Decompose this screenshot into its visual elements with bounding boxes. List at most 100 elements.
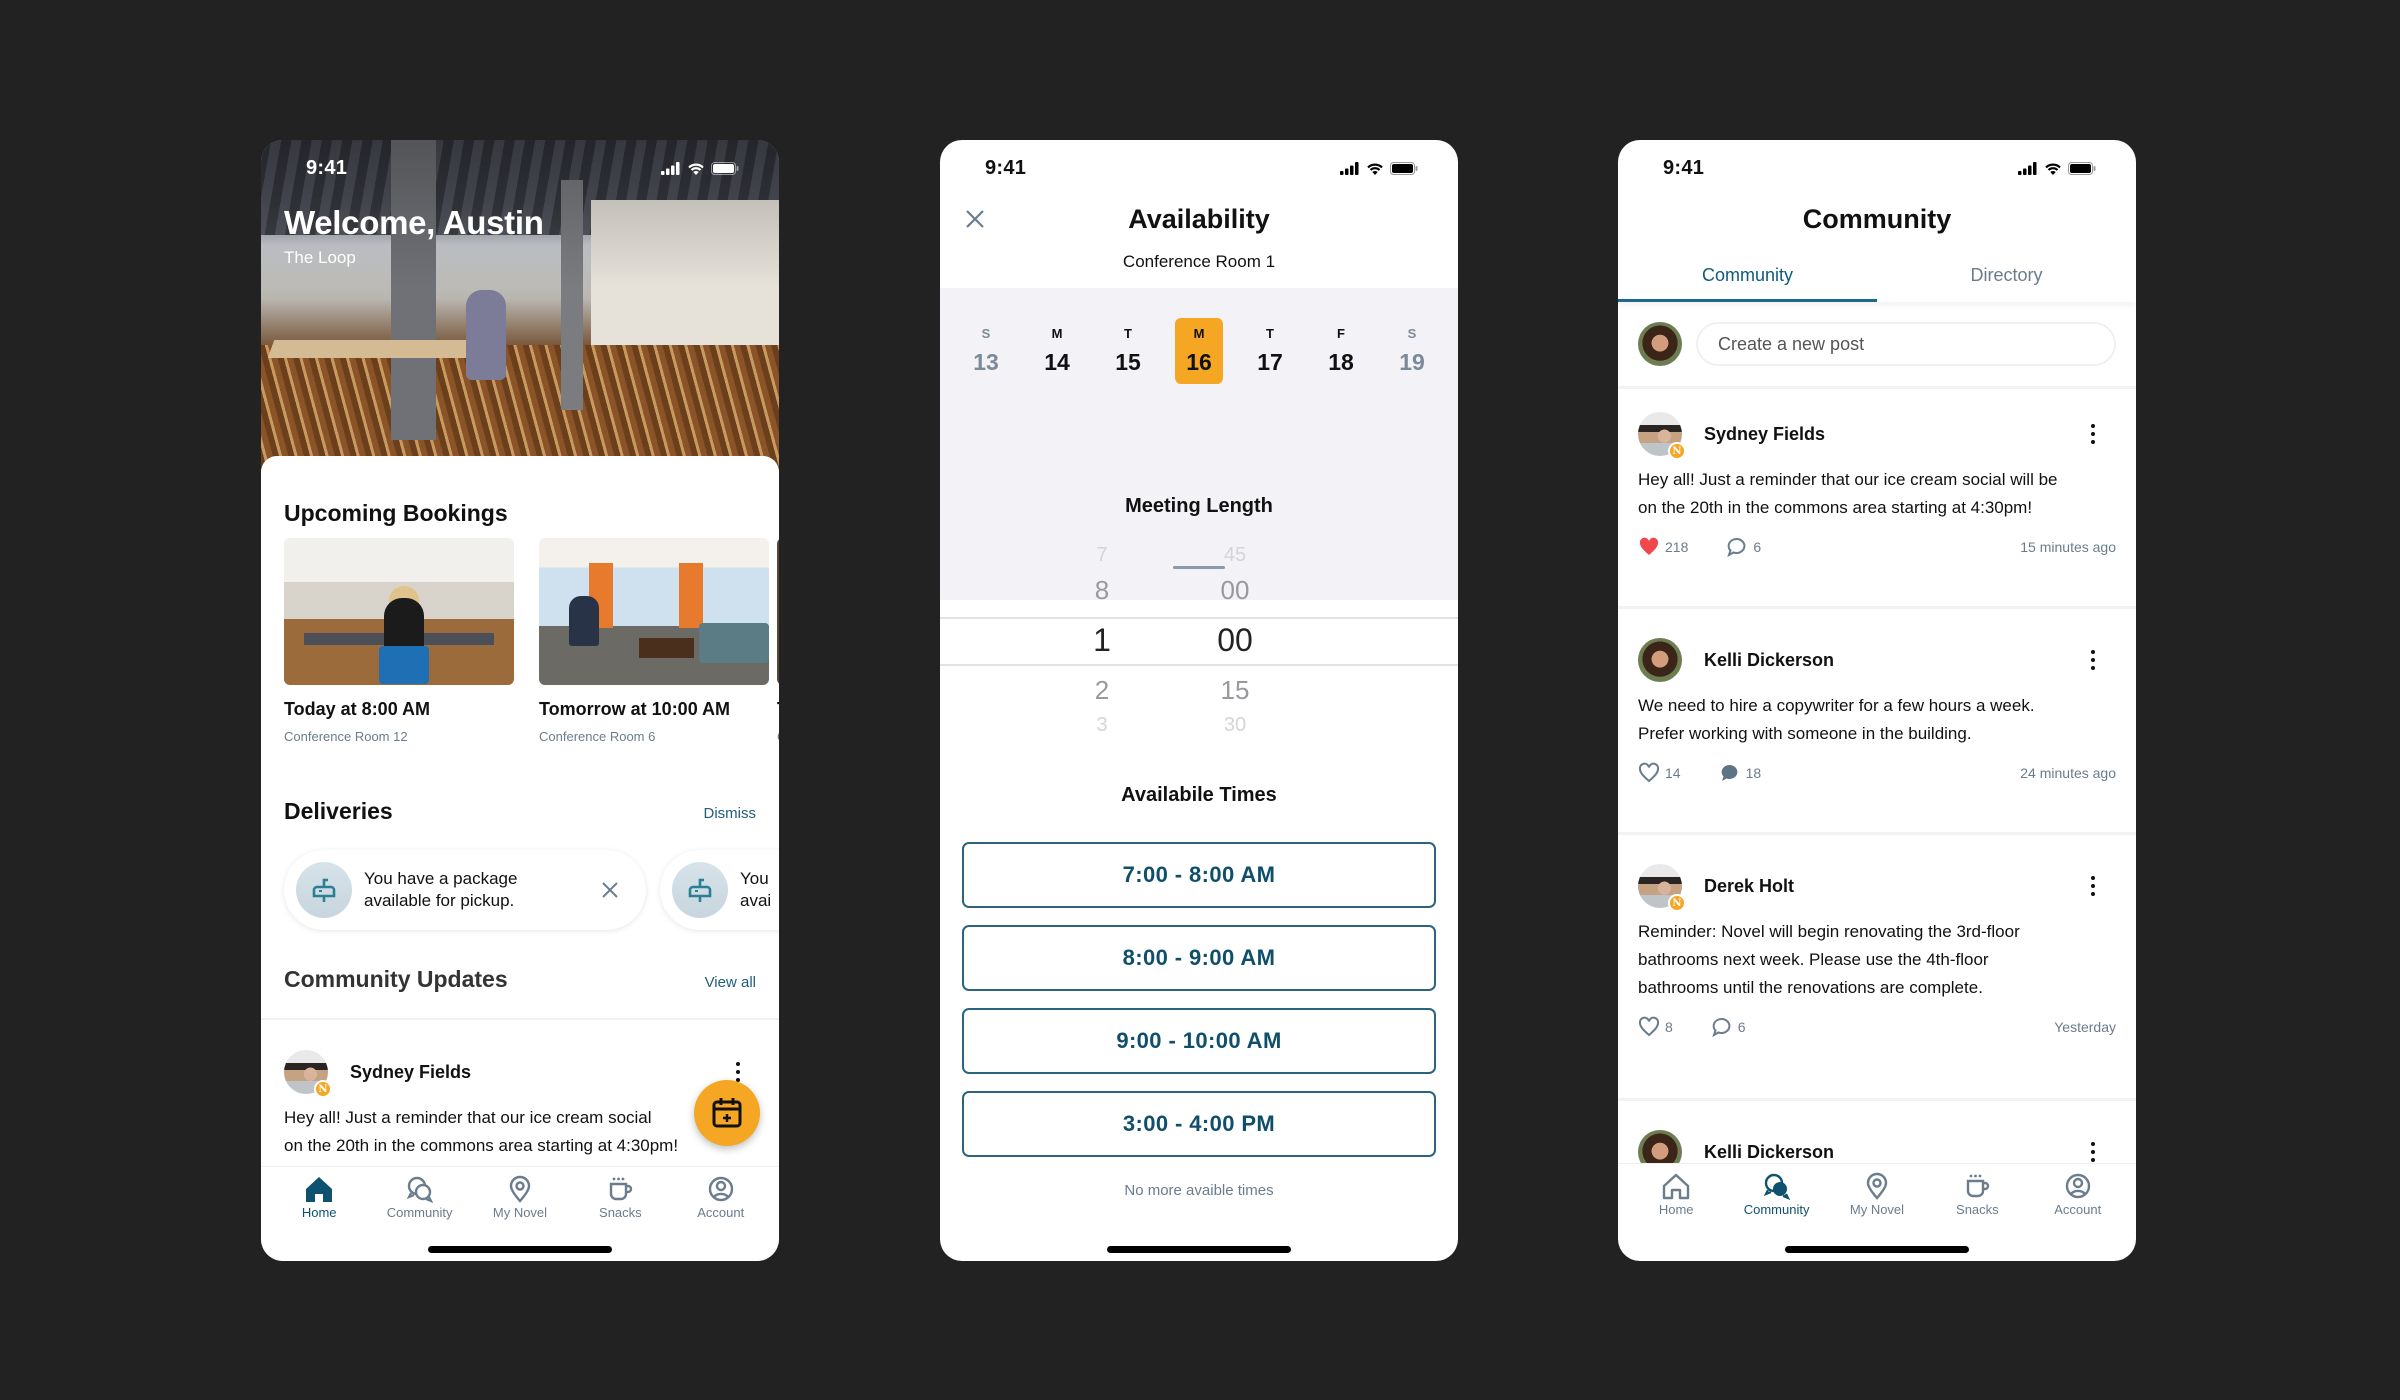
post-body-line: on the 20th in the commons area starting…	[284, 1136, 679, 1155]
location-label: The Loop	[284, 248, 356, 267]
booking-card[interactable]: Tomorrow at 10:00 AM Conference Room 6	[539, 538, 769, 744]
hours-wheel[interactable]: 7 8 1 2 3	[1052, 540, 1152, 740]
day-letter: F	[1337, 326, 1345, 341]
tab-home[interactable]: Home	[274, 1167, 364, 1235]
comment-button[interactable]: 6	[1711, 1016, 1746, 1038]
picker-value: 15	[1220, 675, 1250, 705]
coffee-cup-icon	[610, 1177, 633, 1201]
picker-value: 7	[1096, 544, 1108, 566]
create-post-input[interactable]: Create a new post	[1696, 322, 2116, 366]
time-slot-button[interactable]: 9:00 - 10:00 AM	[962, 1008, 1436, 1074]
calendar-day[interactable]: S 13	[962, 318, 1010, 384]
tab-label: Home	[301, 1205, 337, 1220]
day-letter: T	[1124, 326, 1132, 341]
community-post[interactable]: N Derek Holt Reminder: Novel will begin re…	[1638, 864, 2116, 1038]
new-post-row: Create a new post	[1638, 322, 2116, 366]
home-indicator	[428, 1246, 612, 1253]
book-room-fab[interactable]	[694, 1080, 760, 1146]
tab-label: My Novel	[1849, 1202, 1905, 1217]
time-slot-button[interactable]: 3:00 - 4:00 PM	[962, 1091, 1436, 1157]
community-screen: 9:41 Community Community Directory Creat…	[1618, 140, 2136, 1261]
comment-button[interactable]: 6	[1726, 536, 1761, 558]
calendar-day[interactable]: T 17	[1246, 318, 1294, 384]
close-icon[interactable]	[598, 878, 622, 902]
status-bar: 9:41	[1618, 140, 2136, 196]
community-post[interactable]: N Sydney Fields Hey all! Just a reminder t…	[1638, 412, 2116, 558]
calendar-day[interactable]: S 19	[1388, 318, 1436, 384]
meeting-length-picker[interactable]: 7 8 1 2 3 45 00 00 15 30	[940, 540, 1458, 750]
like-button[interactable]: 218	[1638, 536, 1688, 558]
delivery-card[interactable]: You avai	[660, 850, 779, 930]
comment-button[interactable]: 18	[1719, 762, 1761, 784]
page-title: Community	[1802, 204, 1952, 234]
like-button[interactable]: 8	[1638, 1016, 1673, 1038]
booking-room: C	[777, 729, 779, 744]
battery-icon	[711, 161, 739, 175]
tab-home[interactable]: Home	[1631, 1164, 1721, 1232]
post-author: Kelli Dickerson	[1704, 1141, 1835, 1162]
deliveries-carousel[interactable]: You have a package available for pickup.…	[284, 850, 779, 930]
tab-account[interactable]: Account	[676, 1167, 766, 1235]
day-number: 15	[1115, 349, 1141, 375]
battery-icon	[2068, 161, 2096, 175]
view-all-link[interactable]: View all	[705, 974, 756, 991]
divider	[261, 1018, 779, 1020]
tab-snacks[interactable]: Snacks	[1932, 1164, 2022, 1232]
booking-card[interactable]: Today at 8:00 AM Conference Room 12	[284, 538, 514, 744]
status-time: 9:41	[306, 156, 348, 179]
community-post[interactable]: Kelli Dickerson We need to hire a copywri…	[1638, 638, 2116, 784]
delivery-card[interactable]: You have a package available for pickup.	[284, 850, 646, 930]
tab-snacks[interactable]: Snacks	[575, 1167, 665, 1235]
minutes-wheel[interactable]: 45 00 00 15 30	[1185, 540, 1285, 740]
calendar-day[interactable]: M 14	[1033, 318, 1081, 384]
like-button[interactable]: 14	[1638, 762, 1681, 784]
account-circle-icon	[708, 1176, 733, 1202]
booking-image	[777, 538, 779, 685]
more-options-icon[interactable]	[2090, 650, 2096, 670]
tab-community[interactable]: Community	[1618, 260, 1877, 302]
calendar-plus-icon	[712, 1098, 742, 1128]
tab-label: Community	[386, 1205, 453, 1220]
more-options-icon[interactable]	[2090, 876, 2096, 896]
upcoming-bookings-title: Upcoming Bookings	[284, 500, 508, 526]
time-slot-list: 7:00 - 8:00 AM 8:00 - 9:00 AM 9:00 - 10:…	[962, 842, 1436, 1174]
dismiss-link[interactable]: Dismiss	[704, 805, 757, 822]
day-letter: S	[1407, 326, 1417, 341]
bottom-tab-bar: Home Community My Novel Snacks Account	[1618, 1164, 2136, 1232]
page-title: Availability	[1128, 204, 1270, 234]
booking-card[interactable]: T C	[777, 538, 779, 744]
bottom-tab-bar: Home Community My Novel Snacks Account	[261, 1167, 779, 1235]
status-time: 9:41	[1663, 156, 1705, 179]
location-pin-icon	[509, 1175, 531, 1203]
calendar-day[interactable]: T 15	[1104, 318, 1152, 384]
booking-time: T	[777, 699, 779, 720]
more-options-icon[interactable]	[2090, 424, 2096, 444]
time-slot-button[interactable]: 7:00 - 8:00 AM	[962, 842, 1436, 908]
more-options-icon[interactable]	[2090, 1142, 2096, 1162]
wifi-icon	[2045, 163, 2061, 175]
day-letter: M	[1193, 326, 1205, 341]
booking-room: Conference Room 6	[539, 729, 656, 744]
mailbox-icon	[296, 862, 352, 918]
time-slot-button[interactable]: 8:00 - 9:00 AM	[962, 925, 1436, 991]
more-options-icon[interactable]	[735, 1062, 741, 1082]
calendar-day-selected[interactable]: M 16	[1175, 318, 1223, 384]
tab-community[interactable]: Community	[375, 1167, 465, 1235]
tab-my-novel[interactable]: My Novel	[1832, 1164, 1922, 1232]
day-number: 17	[1257, 349, 1283, 375]
tab-directory[interactable]: Directory	[1877, 260, 2136, 302]
tab-community[interactable]: Community	[1732, 1164, 1822, 1232]
community-post[interactable]: N Sydney Fields Hey all! Just a reminder…	[284, 1050, 761, 1160]
picker-value-selected: 00	[1217, 622, 1253, 658]
picker-value: 3	[1096, 714, 1108, 736]
post-author: Derek Holt	[1704, 875, 1795, 896]
calendar-day[interactable]: F 18	[1317, 318, 1365, 384]
picker-value: 8	[1094, 575, 1110, 605]
tab-account[interactable]: Account	[2033, 1164, 2123, 1232]
tab-my-novel[interactable]: My Novel	[475, 1167, 565, 1235]
no-more-times-label: No more avaible times	[1124, 1182, 1274, 1199]
heart-icon	[1638, 762, 1660, 783]
bookings-carousel[interactable]: Today at 8:00 AM Conference Room 12 Tomo…	[284, 538, 779, 744]
novel-badge: N	[1668, 894, 1686, 912]
welcome-title: Welcome, Austin	[284, 204, 544, 241]
